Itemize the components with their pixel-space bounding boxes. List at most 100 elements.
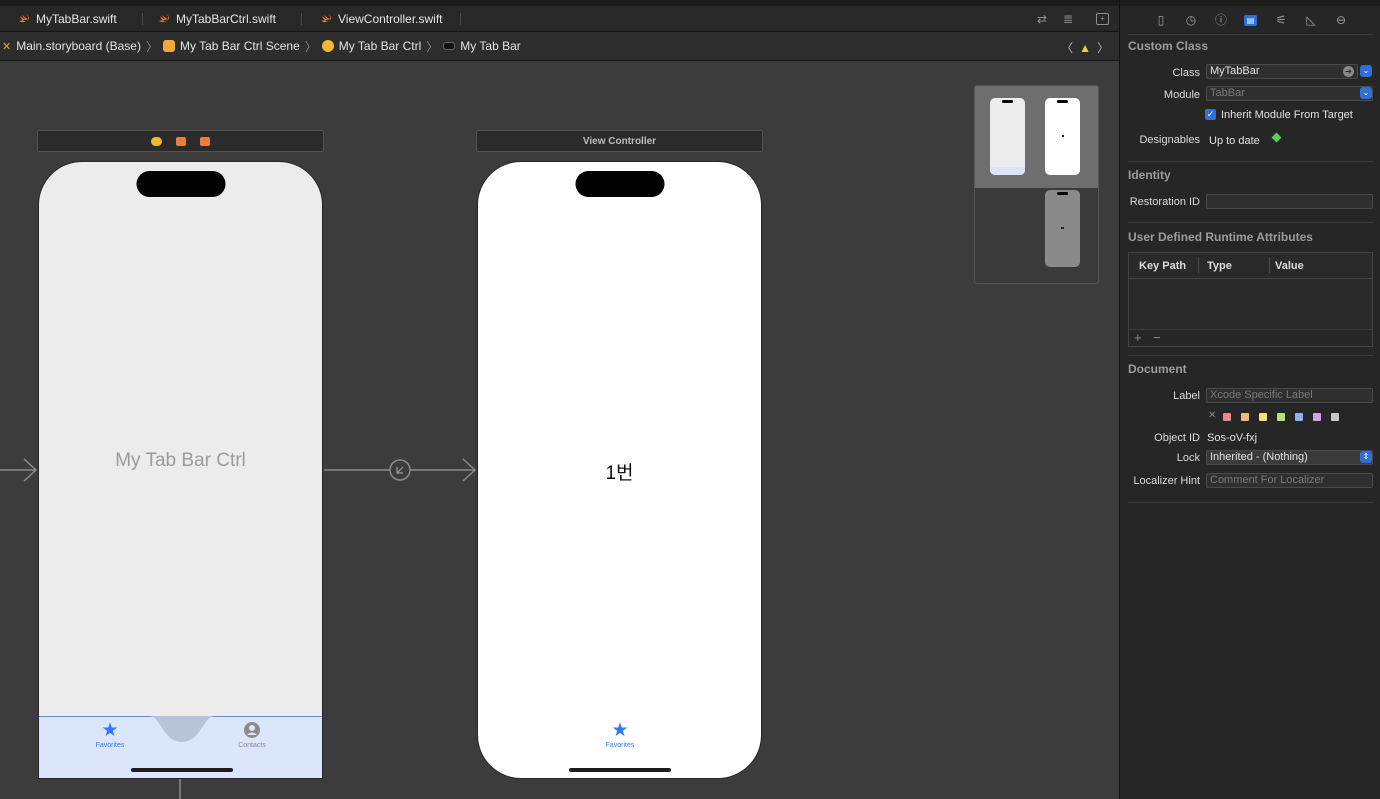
doc-label-field[interactable]: Xcode Specific Label (1206, 388, 1373, 403)
help-inspector-icon[interactable]: ⓘ (1214, 13, 1228, 27)
history-inspector-icon[interactable]: ◷ (1184, 13, 1198, 27)
swift-icon (159, 14, 169, 23)
tab-item-contacts[interactable]: Contacts (231, 722, 273, 749)
home-indicator (568, 768, 671, 772)
label-color-green[interactable] (1277, 413, 1285, 421)
swift-icon (321, 14, 331, 23)
tab-divider (142, 13, 143, 25)
scene-title: My Tab Bar Ctrl (115, 450, 246, 471)
tab-bar-notch (149, 716, 215, 742)
dynamic-island (575, 171, 664, 197)
updown-chevron-icon[interactable]: ⇕ (1360, 451, 1372, 463)
identity-inspector: ▯ ◷ ⓘ ▤ ⚟ ◺ ⊖ Custom Class Class MyTabBa… (1119, 0, 1380, 799)
section-divider (1128, 34, 1373, 35)
tab-item-favorites[interactable]: ★ Favorites (599, 720, 641, 749)
label-color-orange[interactable] (1241, 413, 1249, 421)
scene-dock-tab-bar-ctrl[interactable] (37, 130, 324, 152)
chevron-right-icon: 〉 (304, 39, 317, 54)
module-field[interactable]: TabBar (1206, 86, 1373, 101)
connections-inspector-icon[interactable]: ⊖ (1334, 13, 1348, 27)
label-color-blue[interactable] (1295, 413, 1303, 421)
localizer-hint-field[interactable]: Comment For Localizer (1206, 473, 1373, 488)
lock-popup[interactable]: Inherited - (Nothing) (1206, 450, 1373, 465)
file-tab-label: MyTabBarCtrl.swift (176, 12, 277, 26)
person-circle-icon (244, 722, 260, 738)
module-dropdown-icon[interactable]: ⌄ (1360, 87, 1372, 99)
breadcrumb-controller[interactable]: My Tab Bar Ctrl (321, 39, 421, 53)
file-tab-label: ViewController.swift (338, 12, 443, 26)
scene-dock-view-controller[interactable]: View Controller (476, 130, 763, 152)
module-label: Module (1163, 89, 1200, 101)
exit-icon[interactable] (200, 136, 210, 146)
add-attribute-button[interactable]: + (1134, 330, 1142, 345)
storyboard-canvas[interactable]: My Tab Bar Ctrl ★ Favorites Contacts Vie… (0, 62, 1119, 799)
add-editor-icon[interactable]: + (1096, 13, 1109, 25)
attributes-inspector-icon[interactable]: ⚟ (1274, 13, 1288, 27)
tab-item-label: Contacts (238, 742, 266, 749)
minimap-scene (1045, 98, 1080, 175)
scene-icon (162, 40, 175, 52)
content-label: 1번 (605, 463, 634, 484)
breadcrumb-tab-bar[interactable]: My Tab Bar (443, 39, 521, 53)
tab-bar-controller-icon[interactable] (151, 136, 162, 146)
view-controller-phone[interactable]: 1번 ★ Favorites (477, 161, 762, 779)
lock-label: Lock (1176, 452, 1200, 464)
breadcrumb-storyboard[interactable]: ✕ Main.storyboard (Base) (2, 39, 141, 53)
tab-bar-controller-phone[interactable]: My Tab Bar Ctrl ★ Favorites Contacts (38, 161, 323, 779)
first-responder-icon[interactable] (176, 136, 186, 146)
doc-label-label: Label (1173, 390, 1200, 402)
section-title-identity: Identity (1128, 168, 1171, 182)
label-color-yellow[interactable] (1259, 413, 1267, 421)
adjust-editor-icon[interactable]: ≣ (1060, 12, 1076, 26)
class-label: Class (1172, 67, 1200, 79)
dynamic-island (136, 171, 225, 197)
class-field[interactable]: MyTabBar (1206, 64, 1358, 79)
editor-area: MyTabBar.swift MyTabBarCtrl.swift ViewCo… (0, 0, 1119, 799)
column-header[interactable]: Key Path (1139, 260, 1186, 272)
identity-inspector-icon[interactable]: ▤ (1244, 15, 1257, 26)
object-id-value: Sos-oV-fxj (1207, 432, 1258, 444)
label-color-purple[interactable] (1313, 413, 1321, 421)
chevron-right-icon[interactable]: 〉 (1097, 39, 1109, 56)
status-ok-icon (1271, 132, 1282, 143)
file-tab-label: MyTabBar.swift (36, 12, 117, 26)
file-tab-viewcontroller[interactable]: ViewController.swift (320, 6, 442, 32)
breadcrumb-scene[interactable]: My Tab Bar Ctrl Scene (162, 39, 300, 53)
jump-bar: ✕ Main.storyboard (Base) 〉 My Tab Bar Ct… (0, 32, 1119, 61)
object-id-label: Object ID (1154, 432, 1200, 444)
swap-arrows-icon[interactable]: ⇄ (1034, 12, 1050, 26)
star-icon: ★ (611, 720, 629, 741)
minimap-scene (1045, 190, 1080, 267)
breadcrumb-label: My Tab Bar (460, 39, 521, 53)
chevron-right-icon: 〉 (426, 39, 439, 54)
inspector-tab-bar: ▯ ◷ ⓘ ▤ ⚟ ◺ ⊖ (1120, 0, 1380, 36)
inherit-module-checkbox[interactable]: ✓ (1205, 109, 1216, 120)
section-divider (1128, 161, 1373, 162)
file-tab-mytabbar[interactable]: MyTabBar.swift (18, 6, 117, 32)
canvas-minimap[interactable] (974, 85, 1099, 284)
section-title-runtime-attributes: User Defined Runtime Attributes (1128, 230, 1313, 244)
column-header[interactable]: Value (1275, 260, 1304, 272)
warning-icon[interactable]: ▲ (1079, 41, 1091, 55)
size-inspector-icon[interactable]: ◺ (1304, 13, 1318, 27)
breadcrumb-label: Main.storyboard (Base) (16, 39, 141, 53)
section-divider (1128, 355, 1373, 356)
file-tab-mytabbarctrl[interactable]: MyTabBarCtrl.swift (158, 6, 276, 32)
designables-label: Designables (1139, 134, 1200, 146)
table-footer: + − (1129, 329, 1372, 346)
column-header[interactable]: Type (1207, 260, 1232, 272)
localizer-hint-label: Localizer Hint (1133, 475, 1200, 487)
custom-tab-bar[interactable]: ★ Favorites Contacts (39, 716, 322, 778)
runtime-attributes-table[interactable]: Key Path Type Value + − (1128, 252, 1373, 347)
remove-attribute-button[interactable]: − (1153, 330, 1161, 345)
clear-label-color-icon[interactable]: ✕ (1208, 410, 1216, 421)
navigate-arrow-icon[interactable]: ➔ (1343, 66, 1354, 77)
class-dropdown-icon[interactable]: ⌄ (1360, 65, 1372, 77)
tab-item-favorites[interactable]: ★ Favorites (89, 720, 131, 749)
restoration-id-field[interactable] (1206, 194, 1373, 209)
label-color-gray[interactable] (1331, 413, 1339, 421)
chevron-left-icon[interactable]: 〈 (1061, 39, 1073, 56)
file-inspector-icon[interactable]: ▯ (1154, 13, 1168, 27)
segue-relationship-icon[interactable] (392, 462, 408, 478)
label-color-red[interactable] (1223, 413, 1231, 421)
